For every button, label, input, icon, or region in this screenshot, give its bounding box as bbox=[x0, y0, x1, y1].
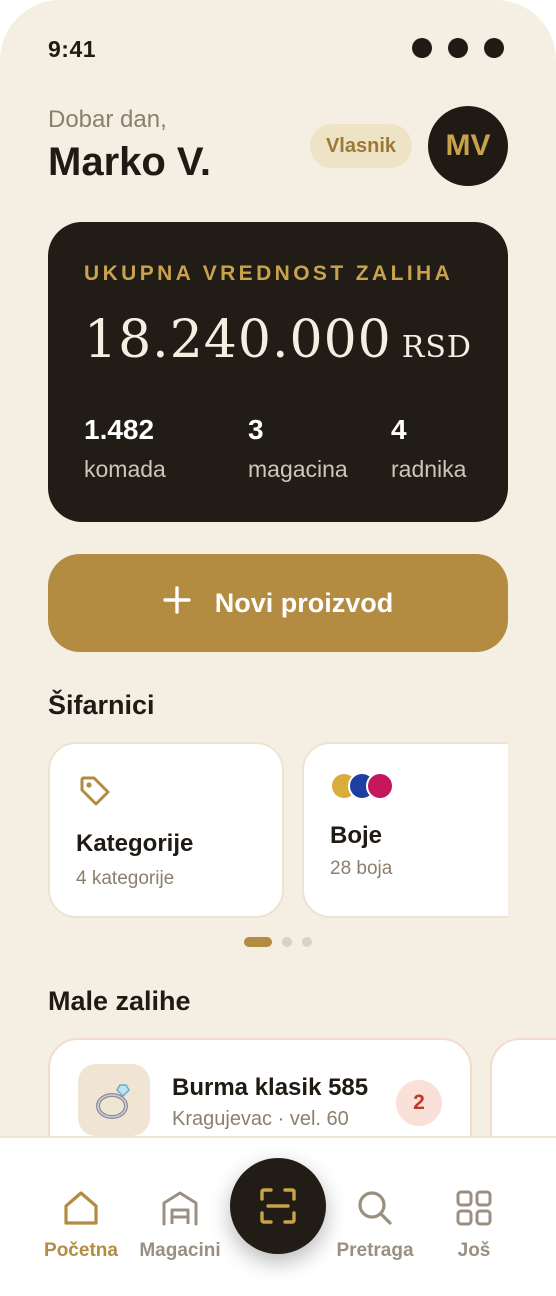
stat-value: 1.482 bbox=[84, 414, 155, 445]
catalog-card-categories[interactable]: Kategorije 4 kategorije bbox=[48, 742, 284, 918]
stat-label: radnika bbox=[391, 456, 467, 482]
stock-quantity-badge: 2 bbox=[396, 1080, 442, 1126]
avatar[interactable]: MV bbox=[428, 106, 508, 186]
stat-label: magacina bbox=[248, 456, 348, 482]
stock-item-name: Burma klasik 585 bbox=[172, 1074, 369, 1101]
scan-icon bbox=[260, 1188, 296, 1224]
scan-button[interactable] bbox=[230, 1158, 326, 1254]
tab-search[interactable]: Pretraga bbox=[320, 1188, 430, 1262]
status-dot bbox=[448, 38, 468, 58]
pager-dot[interactable] bbox=[302, 937, 312, 947]
tab-label: Još bbox=[457, 1240, 491, 1261]
catalog-card-title: Boje bbox=[330, 822, 383, 849]
tab-warehouses[interactable]: Magacini bbox=[125, 1188, 235, 1262]
tab-label: Magacini bbox=[139, 1240, 221, 1261]
app-screen: 9:41 Dobar dan, Marko V. Vlasnik MV UKUP… bbox=[0, 0, 556, 1296]
color-dot-magenta bbox=[366, 772, 394, 800]
greeting-text: Dobar dan, bbox=[48, 106, 167, 133]
inventory-value-label: UKUPNA VREDNOST ZALIHA bbox=[84, 262, 454, 285]
tab-more[interactable]: Još bbox=[419, 1188, 529, 1262]
stat-value: 3 bbox=[248, 414, 264, 445]
user-name: Marko V. bbox=[48, 140, 212, 184]
catalogs-title: Šifarnici bbox=[48, 690, 155, 720]
tab-home[interactable]: Početna bbox=[26, 1188, 136, 1262]
search-icon bbox=[358, 1191, 392, 1225]
stat-pieces: 1.482 komada bbox=[84, 414, 166, 483]
status-dot bbox=[484, 38, 504, 58]
grid-icon bbox=[456, 1190, 492, 1226]
new-product-button[interactable]: Novi proizvod bbox=[48, 554, 508, 652]
low-stock-title: Male zalihe bbox=[48, 986, 191, 1016]
stat-value: 4 bbox=[391, 414, 407, 445]
role-badge: Vlasnik bbox=[310, 124, 412, 168]
new-product-label: Novi proizvod bbox=[214, 587, 394, 618]
tab-label: Početna bbox=[44, 1240, 118, 1261]
status-dot bbox=[412, 38, 432, 58]
tab-label: Pretraga bbox=[336, 1240, 414, 1261]
carousel-pager bbox=[244, 937, 312, 947]
pager-dot-active[interactable] bbox=[244, 937, 272, 947]
stat-warehouses: 3 magacina bbox=[248, 414, 348, 483]
pager-dot[interactable] bbox=[282, 937, 292, 947]
catalog-card-subtitle: 28 boja bbox=[330, 858, 393, 879]
home-icon bbox=[64, 1191, 98, 1225]
catalog-card-colors[interactable]: Boje 28 boja bbox=[302, 742, 508, 918]
inventory-value-card[interactable]: UKUPNA VREDNOST ZALIHA 18.240.000 RSD 1.4… bbox=[48, 222, 508, 522]
catalogs-carousel[interactable]: Kategorije 4 kategorije Boje 28 boja bbox=[48, 742, 508, 918]
stat-label: komada bbox=[84, 456, 166, 482]
catalog-card-subtitle: 4 kategorije bbox=[76, 868, 175, 889]
ring-icon bbox=[78, 1064, 150, 1136]
plus-icon bbox=[163, 581, 191, 621]
color-dots-icon bbox=[330, 772, 400, 800]
warehouse-icon bbox=[162, 1191, 198, 1226]
amount-number: 18.240.000 bbox=[84, 310, 392, 370]
catalog-card-title: Kategorije bbox=[76, 830, 194, 857]
status-time: 9:41 bbox=[48, 36, 97, 62]
stock-item-meta: Kragujevac · vel. 60 bbox=[172, 1108, 349, 1130]
inventory-value-amount: 18.240.000 RSD bbox=[84, 310, 472, 370]
stat-workers: 4 radnika bbox=[391, 414, 466, 483]
amount-currency: RSD bbox=[401, 330, 472, 365]
status-dots bbox=[412, 38, 504, 58]
tag-icon bbox=[78, 774, 112, 813]
